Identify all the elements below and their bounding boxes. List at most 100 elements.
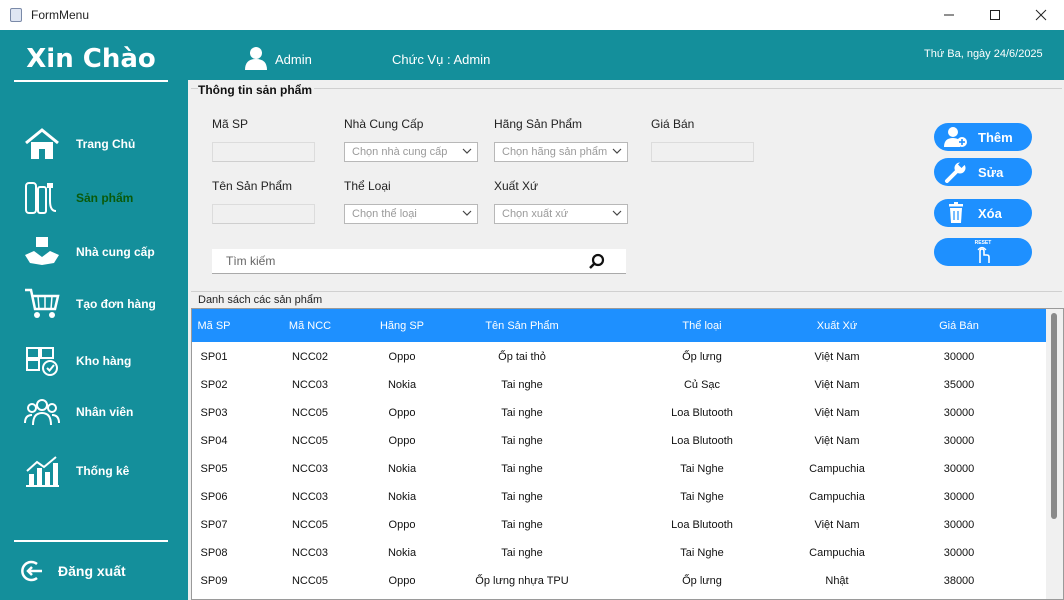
greeting-title: Xin Chào <box>26 44 156 74</box>
column-header[interactable]: Xuất Xứ <box>817 320 857 332</box>
table-cell: Campuchia <box>809 491 865 503</box>
tap-finger-icon <box>977 246 990 263</box>
sidebar-item-create-order[interactable]: Tạo đơn hàng <box>0 284 188 324</box>
minimize-button[interactable] <box>926 0 972 30</box>
wrench-icon <box>945 161 966 183</box>
table-cell: Tai Nghe <box>680 491 724 503</box>
nha-cung-cap-label: Nhà Cung Cấp <box>344 117 424 131</box>
xuat-xu-select[interactable]: Chọn xuất xứ <box>494 204 628 224</box>
ten-san-pham-label: Tên Sản Phẩm <box>212 179 293 193</box>
table-cell: 30000 <box>943 547 975 559</box>
close-button[interactable] <box>1018 0 1064 30</box>
sidebar-item-label: Tạo đơn hàng <box>76 297 156 311</box>
maximize-icon <box>990 10 1000 20</box>
table-cell: 30000 <box>943 407 975 419</box>
table-row[interactable]: SP01 NCC02 Oppo Ốp tai thỏ Ốp lưng Việt Nam 30… <box>192 342 1046 370</box>
trash-icon <box>949 202 963 223</box>
sidebar-item-warehouse[interactable]: Kho hàng <box>0 341 188 381</box>
table-row[interactable]: SP07 NCC05 Oppo Tai nghe Loa Blutooth Việt Na… <box>192 510 1046 538</box>
title-bar: FormMenu <box>0 0 1064 30</box>
column-header[interactable]: Giá Bán <box>939 320 979 332</box>
sidebar-item-label: Nhà cung cấp <box>76 245 155 259</box>
column-header[interactable]: Hãng SP <box>380 320 424 332</box>
sidebar-item-suppliers[interactable]: Nhà cung cấp <box>0 232 188 272</box>
delete-button-label: Xóa <box>978 205 1002 221</box>
reset-graphic: RESET <box>975 240 991 264</box>
table-row[interactable]: SP05 NCC03 Nokia Tai nghe Tai Nghe Campuchia 3… <box>192 454 1046 482</box>
search-input[interactable]: Tìm kiếm <box>212 249 626 274</box>
cart-icon <box>25 288 60 318</box>
the-loai-select[interactable]: Chọn thể loại <box>344 204 478 224</box>
table-cell: SP01 <box>200 351 228 363</box>
table-cell: NCC03 <box>291 463 329 475</box>
table-cell: SP07 <box>200 519 228 531</box>
chevron-down-icon <box>462 148 472 154</box>
logout-label: Đăng xuất <box>58 563 126 579</box>
sidebar-item-home[interactable]: Trang Chủ <box>0 124 188 164</box>
sidebar-item-label: Kho hàng <box>76 354 132 368</box>
table-cell: NCC05 <box>291 575 329 587</box>
table-row[interactable]: SP04 NCC05 Oppo Tai nghe Loa Blutooth Việt Na… <box>192 426 1046 454</box>
the-loai-label: Thể Loại <box>344 179 391 193</box>
maximize-button[interactable] <box>972 0 1018 30</box>
supplier-handshake-icon <box>25 237 59 265</box>
product-list-label: Danh sách các sản phẩm <box>198 294 323 306</box>
sidebar-item-products[interactable]: Sản phẩm <box>0 178 188 218</box>
sidebar: Xin Chào Trang Chủ Sản phẩm Nhà cung cấp <box>0 44 188 600</box>
table-cell: Việt Nam <box>814 519 860 531</box>
table-cell: 30000 <box>943 491 975 503</box>
column-header[interactable]: Thể loại <box>682 320 721 332</box>
table-row[interactable]: SP06 NCC03 Nokia Tai nghe Tai Nghe Campuchia 3… <box>192 482 1046 510</box>
reset-button[interactable]: RESET <box>934 238 1032 266</box>
chevron-down-icon <box>612 210 622 216</box>
vertical-scrollbar[interactable] <box>1046 309 1063 599</box>
ma-sp-input[interactable] <box>212 142 315 162</box>
hang-san-pham-select[interactable]: Chọn hãng sản phẩm <box>494 142 628 162</box>
table-cell: Tai nghe <box>501 547 543 559</box>
table-cell: Campuchia <box>809 547 865 559</box>
list-divider <box>191 291 1062 292</box>
edit-button-label: Sửa <box>978 164 1004 180</box>
logout-button[interactable]: Đăng xuất <box>18 558 126 584</box>
sidebar-item-label: Nhân viên <box>76 405 134 419</box>
add-button[interactable]: Thêm <box>934 123 1032 151</box>
search-icon[interactable] <box>588 253 606 271</box>
gia-ban-input[interactable] <box>651 142 754 162</box>
scrollbar-thumb[interactable] <box>1051 313 1057 519</box>
table-row[interactable]: SP03 NCC05 Oppo Tai nghe Loa Blutooth Việt Na… <box>192 398 1046 426</box>
table-cell: Tai nghe <box>501 491 543 503</box>
table-row[interactable]: SP09 NCC05 Oppo Ốp lưng nhựa TPU Ốp lưng Nhật… <box>192 566 1046 594</box>
sidebar-item-label: Sản phẩm <box>76 191 134 205</box>
edit-button[interactable]: Sửa <box>934 158 1032 186</box>
ten-san-pham-input[interactable] <box>212 204 315 224</box>
table-cell: Việt Nam <box>814 407 860 419</box>
hang-san-pham-label: Hãng Sản Phẩm <box>494 117 583 131</box>
table-cell: 30000 <box>943 519 975 531</box>
home-icon <box>25 128 59 159</box>
table-row[interactable]: SP02 NCC03 Nokia Tai nghe Củ Sạc Việt Nam 3500… <box>192 370 1046 398</box>
delete-button[interactable]: Xóa <box>934 199 1032 227</box>
table-cell: Tai nghe <box>501 379 543 391</box>
gia-ban-label: Giá Bán <box>651 117 695 131</box>
column-header[interactable]: Mã SP <box>197 320 230 332</box>
xuat-xu-placeholder: Chọn xuất xứ <box>502 208 569 220</box>
nha-cung-cap-select[interactable]: Chọn nhà cung cấp <box>344 142 478 162</box>
column-header[interactable]: Tên Sản Phẩm <box>485 320 558 332</box>
table-cell: Tai nghe <box>501 463 543 475</box>
column-header[interactable]: Mã NCC <box>289 320 331 332</box>
table-cell: Ốp lưng nhựa TPU <box>475 575 569 587</box>
table-row[interactable]: SP08 NCC03 Nokia Tai nghe Tai Nghe Campuchia 3… <box>192 538 1046 566</box>
table-cell: Tai nghe <box>501 407 543 419</box>
sidebar-item-label: Trang Chủ <box>76 137 136 151</box>
nha-cung-cap-placeholder: Chọn nhà cung cấp <box>352 146 448 158</box>
add-button-label: Thêm <box>978 129 1013 145</box>
table-cell: Việt Nam <box>814 435 860 447</box>
chevron-down-icon <box>612 148 622 154</box>
product-table[interactable]: Mã SP Mã NCC Hãng SP Tên Sản Phẩm Thể loại Xu… <box>191 308 1064 600</box>
sidebar-item-employees[interactable]: Nhân viên <box>0 392 188 432</box>
date-label: Thứ Ba, ngày 24/6/2025 <box>924 48 1043 60</box>
table-cell: NCC03 <box>291 379 329 391</box>
main-content: Thông tin sản phẩm Mã SP Nhà Cung Cấp Ch… <box>188 80 1064 600</box>
sidebar-item-statistics[interactable]: Thống kê <box>0 451 188 491</box>
table-cell: Việt Nam <box>814 379 860 391</box>
